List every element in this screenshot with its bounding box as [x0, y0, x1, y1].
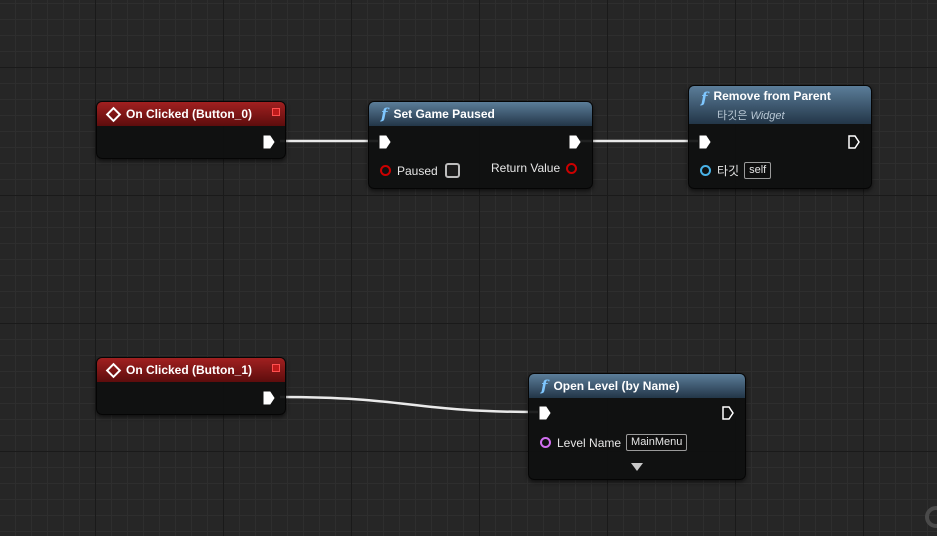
target-input-pin[interactable]: 타깃 self — [700, 162, 772, 179]
bool-pin-icon[interactable] — [380, 165, 391, 176]
event-diamond-icon — [105, 106, 122, 122]
paused-checkbox[interactable] — [444, 163, 460, 178]
function-node-remove-from-parent[interactable]: f Remove from Parent 타깃은 Widget 타깃 self — [688, 85, 872, 189]
node-header[interactable]: On Clicked (Button_1) — [97, 358, 285, 382]
event-node-on-clicked-button-1[interactable]: On Clicked (Button_1) — [96, 357, 286, 415]
exec-out-pin-icon[interactable] — [263, 391, 275, 405]
node-title: Open Level (by Name) — [553, 379, 680, 393]
function-f-icon: f — [541, 377, 548, 395]
function-node-open-level-by-name[interactable]: f Open Level (by Name) Level Name MainMe… — [528, 373, 746, 480]
exec-in-pin-icon[interactable] — [539, 406, 551, 420]
delegate-pin-icon[interactable] — [272, 108, 280, 116]
wire-layer — [279, 139, 698, 414]
exec-wire-clicked1-to-openlevel — [279, 395, 539, 414]
corner-overlay-icon[interactable] — [925, 506, 937, 528]
target-prefix: 타깃은 — [717, 110, 748, 122]
bool-pin-icon[interactable] — [566, 162, 578, 174]
exec-out-pin-icon[interactable] — [263, 135, 275, 149]
function-f-icon: f — [381, 105, 388, 123]
target-value-field[interactable]: self — [744, 162, 772, 179]
delegate-pin-icon[interactable] — [272, 364, 280, 372]
node-header[interactable]: f Open Level (by Name) — [529, 374, 745, 398]
node-title: On Clicked (Button_1) — [126, 363, 253, 377]
node-header[interactable]: f Remove from Parent 타깃은 Widget — [689, 86, 871, 124]
target-subtitle: 타깃은 Widget — [717, 107, 785, 123]
node-header[interactable]: On Clicked (Button_0) — [97, 102, 285, 126]
node-title: Remove from Parent — [713, 89, 831, 103]
level-name-field[interactable]: MainMenu — [626, 434, 688, 451]
pin-label: 타깃 — [717, 164, 740, 178]
exec-out-pin-icon[interactable] — [848, 135, 860, 149]
pin-label: Paused — [397, 163, 438, 178]
event-node-on-clicked-button-0[interactable]: On Clicked (Button_0) — [96, 101, 286, 159]
paused-input-pin[interactable]: Paused — [380, 163, 460, 178]
exec-out-pin-icon[interactable] — [722, 406, 734, 420]
object-pin-icon[interactable] — [700, 165, 711, 176]
function-f-icon: f — [701, 89, 708, 107]
node-title: On Clicked (Button_0) — [126, 107, 253, 121]
pin-label: Level Name — [557, 435, 622, 450]
target-class: Widget — [750, 110, 785, 122]
event-diamond-icon — [105, 362, 122, 378]
expand-arrow-icon[interactable] — [631, 463, 643, 471]
exec-in-pin-icon[interactable] — [699, 135, 711, 149]
level-name-input-pin[interactable]: Level Name MainMenu — [540, 434, 688, 451]
name-pin-icon[interactable] — [540, 437, 551, 448]
node-title: Set Game Paused — [393, 107, 495, 121]
exec-in-pin-icon[interactable] — [379, 135, 391, 149]
node-header[interactable]: f Set Game Paused — [369, 102, 592, 126]
return-value-output-pin[interactable]: Return Value — [491, 161, 578, 175]
exec-out-pin-icon[interactable] — [569, 135, 581, 149]
pin-label: Return Value — [491, 161, 561, 175]
function-node-set-game-paused[interactable]: f Set Game Paused Paused Return Value — [368, 101, 593, 189]
